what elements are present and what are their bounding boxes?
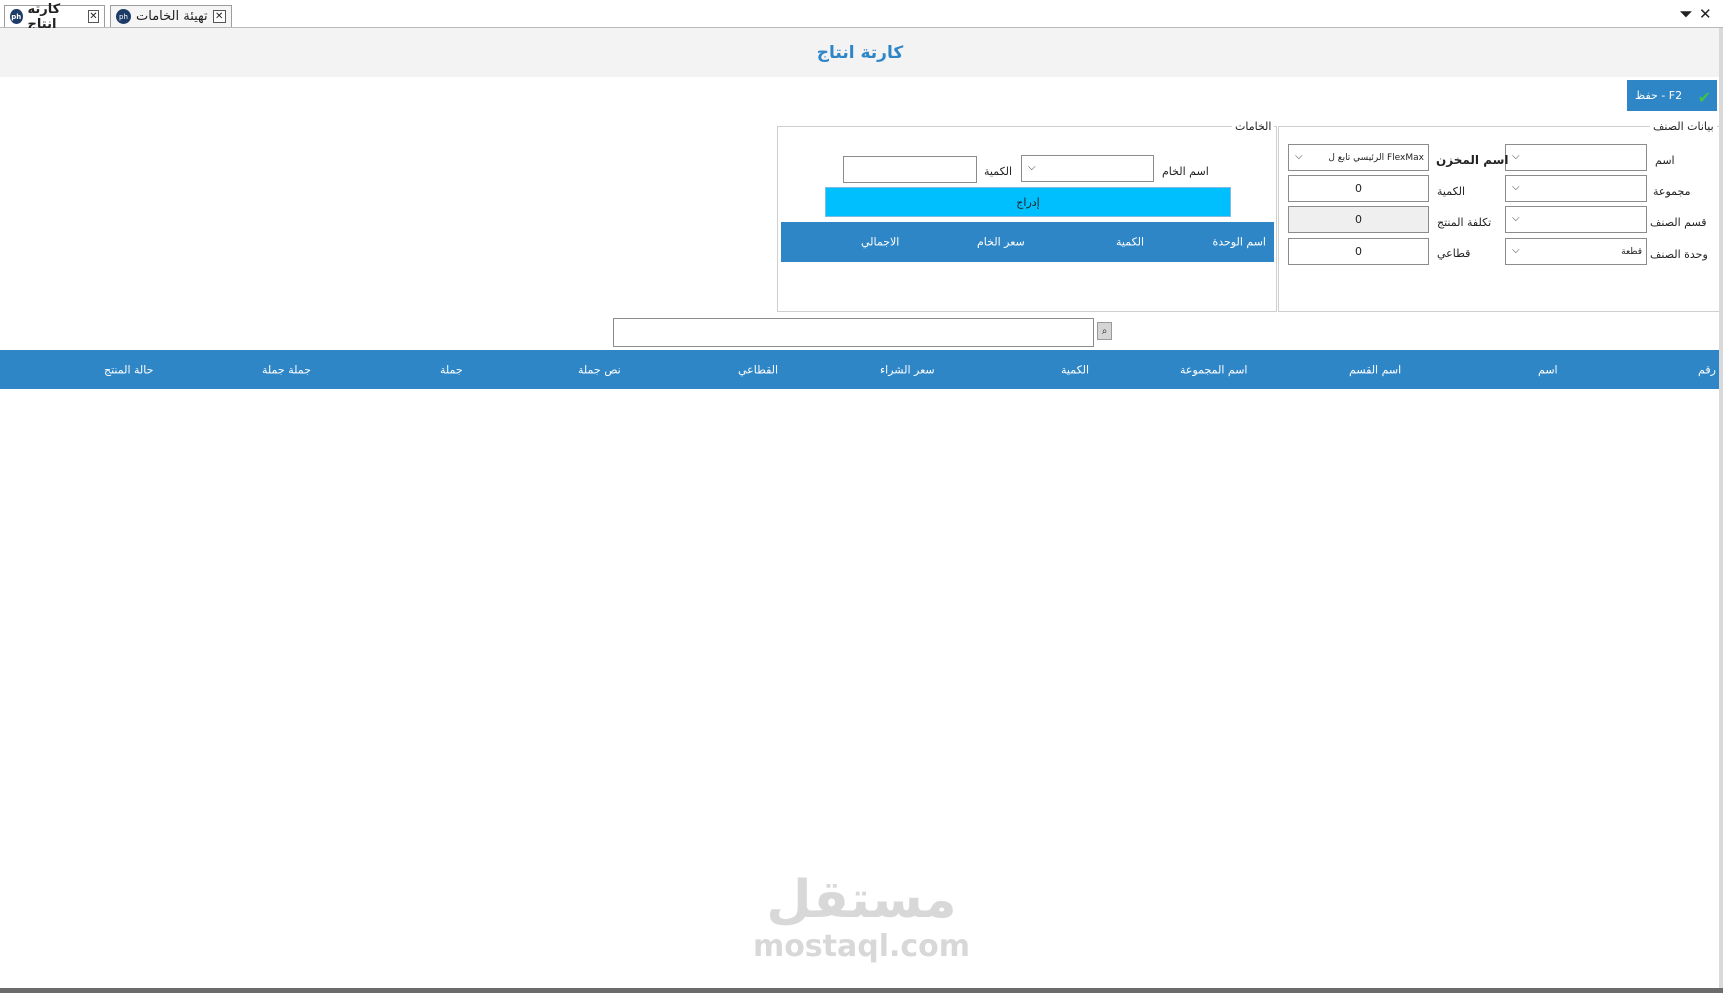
main-col-product-status[interactable]: حالة المنتج bbox=[104, 363, 153, 376]
page-title: كارتة انتاج bbox=[816, 43, 904, 63]
tab-production-card[interactable]: ph كارته انتاج ✕ bbox=[4, 2, 105, 32]
main-col-wholesale-wholesale[interactable]: جملة جملة bbox=[262, 363, 311, 376]
save-button-label: حفظ - F2 bbox=[1635, 89, 1683, 102]
close-icon[interactable]: ✕ bbox=[87, 10, 99, 23]
save-button[interactable]: حفظ - F2 ✔ bbox=[1627, 80, 1717, 111]
app-logo-icon: ph bbox=[10, 9, 23, 24]
materials-col-unit[interactable]: اسم الوحدة bbox=[1212, 236, 1266, 249]
item-name-label: اسم bbox=[1655, 154, 1675, 167]
store-name-label: اسم المخزن bbox=[1436, 153, 1509, 167]
main-col-number[interactable]: رقم bbox=[1698, 363, 1716, 376]
tab-materials-setup[interactable]: ph تهيئة الخامات ✕ bbox=[110, 5, 232, 27]
insert-button[interactable]: إدراج bbox=[825, 187, 1231, 217]
check-icon: ✔ bbox=[1697, 88, 1711, 107]
window-close-icon[interactable]: ✕ bbox=[1699, 5, 1712, 23]
scrollbar-track[interactable] bbox=[1719, 28, 1723, 988]
main-col-qty[interactable]: الكمية bbox=[1061, 363, 1089, 376]
main-col-half-wholesale[interactable]: نص جملة bbox=[578, 363, 621, 376]
chevron-down-icon: ⌵ bbox=[1028, 162, 1036, 173]
materials-group bbox=[777, 126, 1277, 312]
chevron-down-icon: ⌵ bbox=[1512, 182, 1520, 193]
materials-col-qty[interactable]: الكمية bbox=[1116, 236, 1144, 249]
item-qty-label: الكمية bbox=[1437, 185, 1466, 198]
product-cost-label: تكلفة المنتج bbox=[1437, 216, 1492, 229]
search-icon[interactable]: ⌕ bbox=[1097, 322, 1112, 340]
dropdown-icon[interactable]: ⏷ bbox=[1680, 5, 1692, 23]
watermark: مستقل mostaql.com bbox=[0, 870, 1723, 964]
materials-col-price[interactable]: سعر الخام bbox=[977, 236, 1025, 249]
item-group-label: مجموعة bbox=[1653, 185, 1691, 198]
main-col-wholesale[interactable]: جملة bbox=[440, 363, 463, 376]
item-data-legend: بيانات الصنف bbox=[1650, 120, 1717, 133]
item-unit-label: وحدة الصنف bbox=[1650, 248, 1708, 261]
item-group-combo[interactable]: ⌵ bbox=[1505, 175, 1647, 202]
chevron-down-icon: ⌵ bbox=[1512, 245, 1520, 256]
item-qty-field[interactable]: 0 bbox=[1288, 175, 1429, 202]
item-section-combo[interactable]: ⌵ bbox=[1505, 206, 1647, 233]
main-grid-header: رقم اسم اسم القسم اسم المجموعة الكمية سع… bbox=[0, 350, 1720, 389]
main-col-purchase-price[interactable]: سعر الشراء bbox=[880, 363, 935, 376]
item-section-label: قسم الصنف bbox=[1650, 216, 1707, 229]
watermark-arabic: مستقل bbox=[766, 870, 957, 930]
tab-label: تهيئة الخامات bbox=[136, 9, 208, 24]
app-logo-icon: ph bbox=[116, 9, 131, 24]
tab-strip bbox=[0, 0, 1723, 28]
material-name-label: اسم الخام bbox=[1162, 165, 1209, 178]
material-qty-label: الكمية bbox=[984, 165, 1013, 178]
search-input[interactable] bbox=[613, 318, 1094, 347]
material-name-combo[interactable]: ⌵ bbox=[1021, 155, 1154, 182]
retail-price-label: قطاعي bbox=[1437, 247, 1471, 260]
material-qty-field[interactable] bbox=[843, 156, 977, 183]
store-name-combo[interactable]: ⌵ الرئيسي تابع ل FlexMax bbox=[1288, 144, 1429, 171]
item-name-combo[interactable]: ⌵ bbox=[1505, 144, 1647, 171]
product-cost-field[interactable]: 0 bbox=[1288, 206, 1429, 233]
main-col-name[interactable]: اسم bbox=[1538, 363, 1558, 376]
chevron-down-icon: ⌵ bbox=[1295, 151, 1303, 162]
main-col-section[interactable]: اسم القسم bbox=[1349, 363, 1401, 376]
watermark-english: mostaql.com bbox=[752, 929, 971, 964]
materials-col-total[interactable]: الاجمالي bbox=[861, 236, 899, 249]
materials-grid-header: اسم الوحدة الكمية سعر الخام الاجمالي bbox=[781, 222, 1274, 262]
item-unit-combo[interactable]: ⌵ قطعة bbox=[1505, 238, 1647, 265]
retail-price-field[interactable]: 0 bbox=[1288, 238, 1429, 265]
chevron-down-icon: ⌵ bbox=[1512, 213, 1520, 224]
close-icon[interactable]: ✕ bbox=[212, 10, 226, 23]
materials-legend: الخامات bbox=[1232, 120, 1275, 133]
form-header: كارتة انتاج bbox=[0, 28, 1720, 77]
main-col-group[interactable]: اسم المجموعة bbox=[1180, 363, 1247, 376]
status-bar bbox=[0, 988, 1723, 993]
main-col-retail[interactable]: القطاعي bbox=[738, 363, 778, 376]
tab-label: كارته انتاج bbox=[27, 1, 61, 32]
chevron-down-icon: ⌵ bbox=[1512, 151, 1520, 162]
